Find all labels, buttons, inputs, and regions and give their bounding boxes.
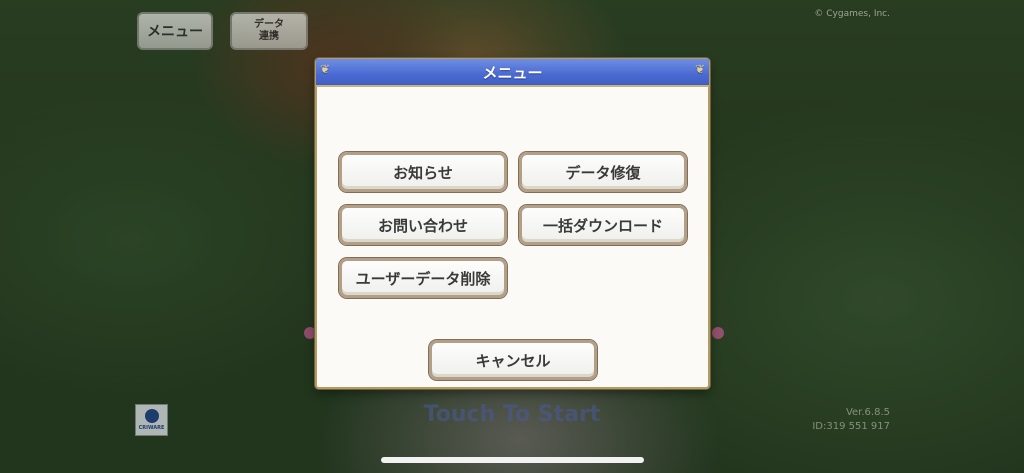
data-repair-button-label: データ修復 (565, 163, 641, 182)
dialog-title: メニュー (482, 63, 543, 82)
bulk-download-button[interactable]: 一括ダウンロード (519, 205, 687, 245)
version-info: Ver.6.8.5 ID:319 551 917 (812, 406, 890, 434)
cancel-button[interactable]: キャンセル (429, 340, 597, 380)
menu-dialog: ❦ メニュー ❦ お知らせ データ修復 お問い合わせ 一括ダウンロード ユーザー… (315, 58, 710, 389)
menu-button-label: メニュー (147, 24, 203, 40)
ornament-left-icon: ❦ (320, 62, 331, 76)
inquiry-button-label: お問い合わせ (377, 216, 468, 235)
page-indicator-right-icon (712, 327, 724, 339)
copyright-text: © Cygames, Inc. (814, 9, 890, 19)
version-number: Ver.6.8.5 (845, 407, 890, 418)
dialog-header: ❦ メニュー ❦ (316, 59, 709, 87)
ornament-right-icon: ❦ (694, 62, 705, 76)
menu-button[interactable]: メニュー (137, 12, 213, 50)
data-link-label-line2: 連携 (259, 31, 279, 42)
data-link-label-line1: データ (254, 19, 284, 30)
bulk-download-button-label: 一括ダウンロード (542, 216, 663, 235)
notice-button[interactable]: お知らせ (339, 152, 507, 192)
notice-button-label: お知らせ (393, 163, 453, 182)
cancel-button-label: キャンセル (475, 351, 551, 370)
user-id: ID:319 551 917 (812, 421, 890, 432)
home-indicator[interactable] (381, 457, 644, 463)
delete-user-data-button-label: ユーザーデータ削除 (355, 269, 491, 288)
data-link-button[interactable]: データ 連携 (230, 12, 308, 50)
inquiry-button[interactable]: お問い合わせ (339, 205, 507, 245)
data-repair-button[interactable]: データ修復 (519, 152, 687, 192)
delete-user-data-button[interactable]: ユーザーデータ削除 (339, 258, 507, 298)
